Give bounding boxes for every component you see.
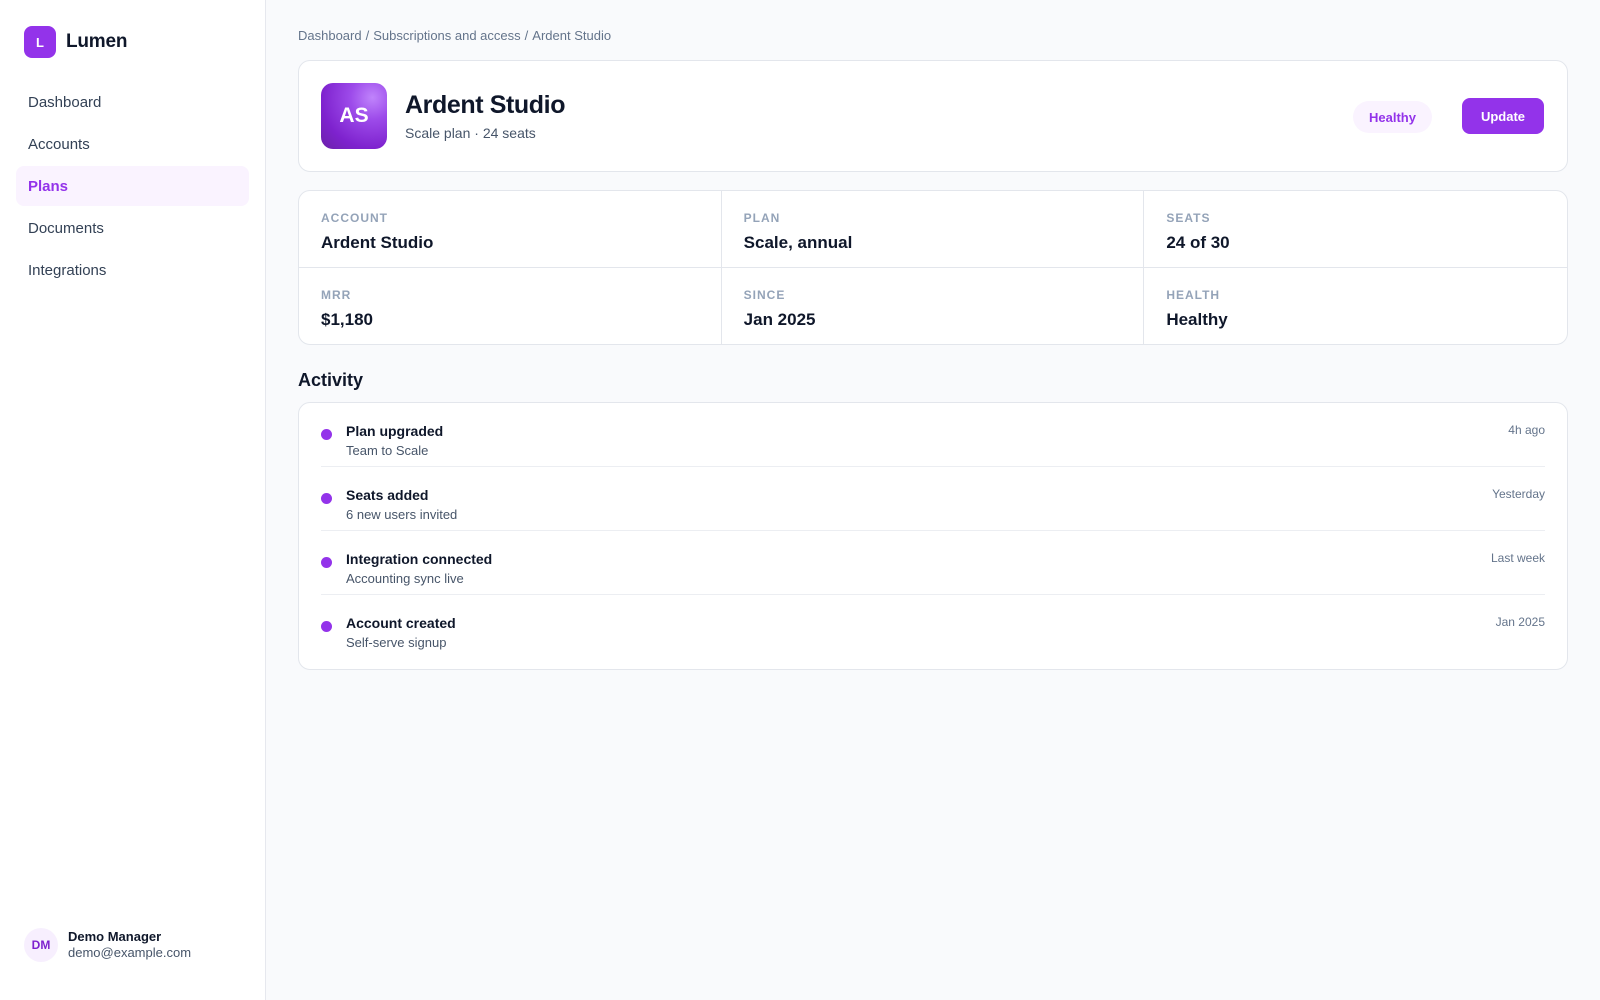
activity-time: Last week xyxy=(1490,551,1545,565)
stat-mrr: MRR $1,180 xyxy=(299,267,722,344)
stat-value: 24 of 30 xyxy=(1166,233,1230,252)
user-text: Demo Manager demo@example.com xyxy=(68,929,191,961)
sidebar-item-dashboard[interactable]: Dashboard xyxy=(16,82,249,122)
stat-label: Since xyxy=(743,287,786,302)
page-subtitle: Scale plan · 24 seats xyxy=(405,125,536,141)
stat-seats: Seats 24 of 30 xyxy=(1144,191,1567,268)
stat-label: Seats xyxy=(1166,211,1211,225)
activity-detail: Self-serve signup xyxy=(346,635,447,650)
update-button[interactable]: Update xyxy=(1462,98,1544,134)
activity-detail: Team to Scale xyxy=(346,443,429,458)
stat-plan: Plan Scale, annual xyxy=(721,191,1145,268)
account-avatar: AS xyxy=(321,83,387,149)
stat-account: Account Ardent Studio xyxy=(299,191,722,268)
breadcrumb: Dashboard / Subscriptions and access / Arden… xyxy=(298,28,611,43)
account-header-card: AS Ardent Studio Scale plan · 24 seats H… xyxy=(298,60,1568,172)
activity-item: Account created Self-serve signup Jan 20… xyxy=(321,595,1545,659)
activity-item: Seats added 6 new users invited Yesterda… xyxy=(321,467,1545,531)
sidebar: L Lumen Dashboard Accounts Plans Documen… xyxy=(0,0,266,1000)
breadcrumb-item-current: Ardent Studio xyxy=(532,28,612,43)
stat-since: Since Jan 2025 xyxy=(722,267,1145,344)
stat-value: Ardent Studio xyxy=(321,233,434,252)
stat-label: Health xyxy=(1166,287,1221,302)
activity-dot-icon xyxy=(321,621,332,632)
stat-value: $1,180 xyxy=(321,309,373,329)
main-content: Dashboard / Subscriptions and access / Arden… xyxy=(266,0,1600,1000)
stat-label: Account xyxy=(321,211,388,225)
breadcrumb-separator: / xyxy=(524,28,529,43)
breadcrumb-separator: / xyxy=(365,28,370,43)
activity-item: Plan upgraded Team to Scale 4h ago xyxy=(321,403,1545,467)
stat-value: Healthy xyxy=(1166,309,1228,329)
activity-title: Seats added xyxy=(346,487,429,503)
sidebar-item-accounts[interactable]: Accounts xyxy=(16,124,249,164)
stat-value: Scale, annual xyxy=(743,233,853,252)
page-title: Ardent Studio xyxy=(405,91,566,119)
brand-logo: L xyxy=(24,26,56,58)
activity-title: Account created xyxy=(346,615,456,631)
activity-title: Integration connected xyxy=(346,551,493,567)
breadcrumb-item-subscriptions[interactable]: Subscriptions and access xyxy=(373,28,520,43)
activity-time: Jan 2025 xyxy=(1495,615,1545,629)
stat-label: MRR xyxy=(321,287,352,302)
activity-heading: Activity xyxy=(298,370,364,390)
activity-dot-icon xyxy=(321,557,332,568)
user-name: Demo Manager xyxy=(68,929,162,944)
activity-detail: Accounting sync live xyxy=(346,571,464,586)
breadcrumb-item-dashboard[interactable]: Dashboard xyxy=(298,28,362,43)
account-stats-grid: Account Ardent Studio Plan Scale, annual… xyxy=(298,190,1568,345)
user-profile[interactable]: DM Demo Manager demo@example.com xyxy=(24,928,191,962)
brand[interactable]: L Lumen xyxy=(24,22,127,62)
stat-value: Jan 2025 xyxy=(743,309,816,329)
sidebar-item-documents[interactable]: Documents xyxy=(16,208,249,248)
status-badge: Healthy xyxy=(1353,101,1432,133)
sidebar-item-integrations[interactable]: Integrations xyxy=(16,250,249,290)
activity-time: 4h ago xyxy=(1508,423,1545,437)
activity-list: Plan upgraded Team to Scale 4h ago Seats… xyxy=(298,402,1568,670)
activity-dot-icon xyxy=(321,493,332,504)
sidebar-nav: Dashboard Accounts Plans Documents Integ… xyxy=(16,82,249,292)
brand-name: Lumen xyxy=(66,31,128,52)
activity-detail: 6 new users invited xyxy=(346,507,458,522)
activity-title: Plan upgraded xyxy=(346,423,444,439)
activity-time: Yesterday xyxy=(1492,487,1545,501)
activity-dot-icon xyxy=(321,429,332,440)
user-avatar: DM xyxy=(24,928,58,962)
app-root: L Lumen Dashboard Accounts Plans Documen… xyxy=(0,0,1600,1000)
stat-label: Plan xyxy=(743,211,781,225)
stat-health: Health Healthy xyxy=(1144,268,1567,345)
sidebar-item-plans[interactable]: Plans xyxy=(16,166,249,206)
user-email: demo@example.com xyxy=(68,945,192,960)
activity-item: Integration connected Accounting sync li… xyxy=(321,531,1545,595)
